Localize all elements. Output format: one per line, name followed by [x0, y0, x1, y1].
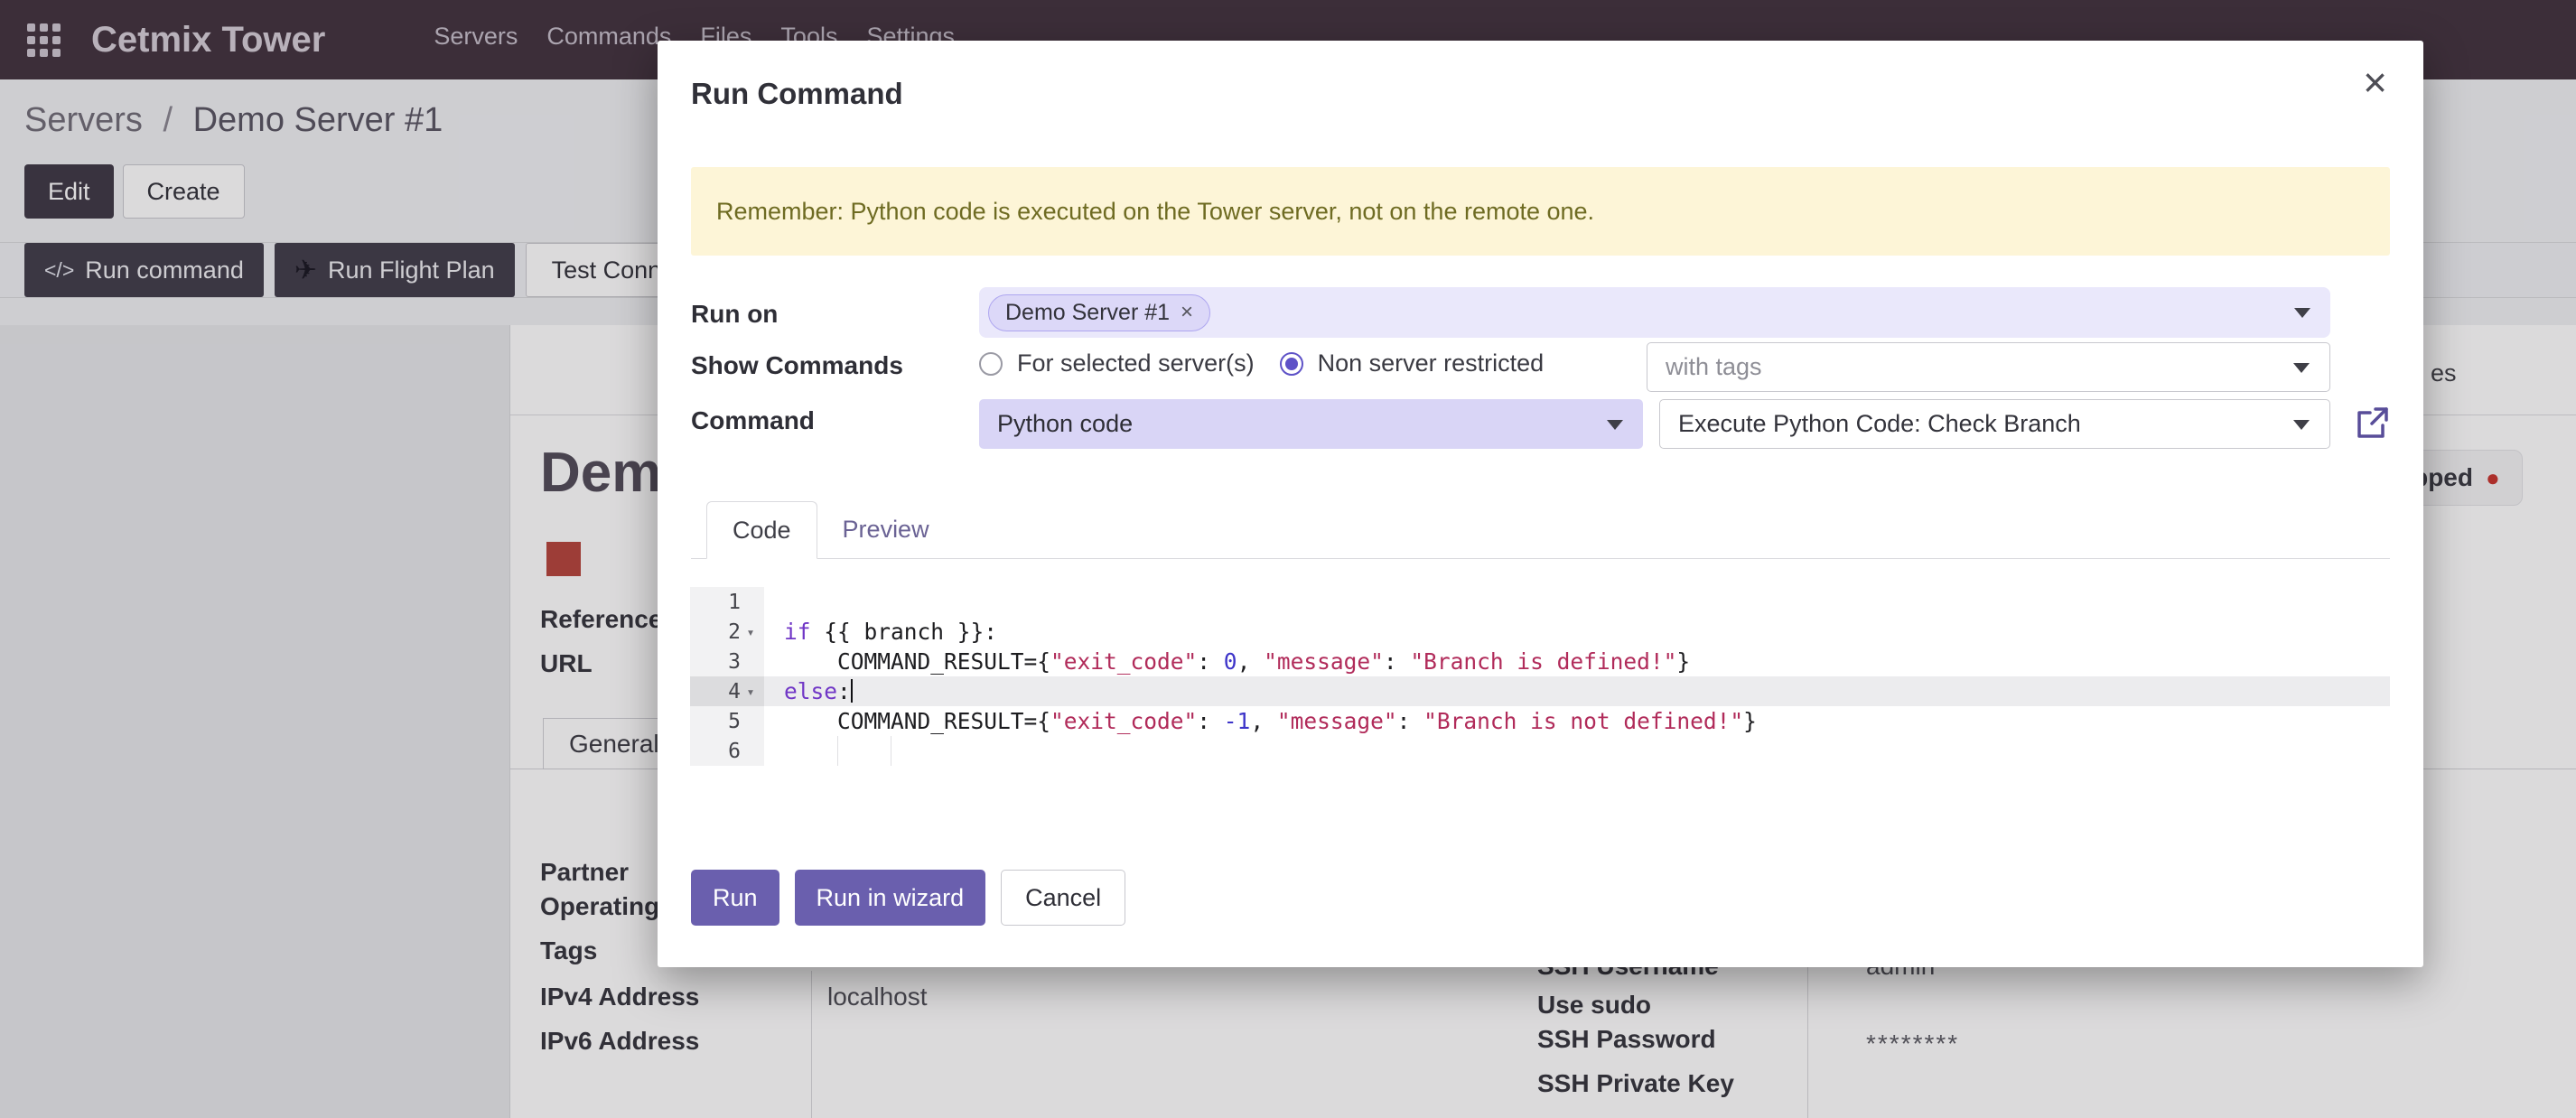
code-line-6[interactable]	[764, 736, 2390, 766]
text-cursor	[851, 679, 853, 703]
editor-code[interactable]: if {{ branch }}: COMMAND_RESULT={"exit_c…	[764, 587, 2390, 766]
code-line-3[interactable]: COMMAND_RESULT={"exit_code": 0, "message…	[764, 647, 2390, 676]
caret-down-icon	[1607, 420, 1623, 430]
code-token: if	[784, 619, 811, 645]
modal-title: Run Command	[691, 77, 903, 111]
radio-non-server-restricted-label[interactable]: Non server restricted	[1318, 349, 1545, 377]
code-token: 0	[1224, 648, 1237, 675]
external-link-icon[interactable]	[2354, 404, 2392, 442]
code-token: {{ branch }}:	[811, 619, 998, 645]
fold-arrow-icon[interactable]: ▾	[741, 684, 761, 700]
code-token: "Branch is not defined!"	[1423, 708, 1743, 734]
code-token: "exit_code"	[1050, 648, 1197, 675]
code-token: :	[1197, 708, 1224, 734]
code-token: :	[1384, 648, 1411, 675]
code-line-5[interactable]: COMMAND_RESULT={"exit_code": -1, "messag…	[764, 706, 2390, 736]
command-type-select[interactable]: Python code	[979, 399, 1643, 449]
code-token: ,	[1237, 648, 1265, 675]
code-editor[interactable]: 12▾34▾56 if {{ branch }}: COMMAND_RESULT…	[690, 587, 2390, 768]
code-token: :	[837, 678, 851, 704]
modal-footer: Run Run in wizard Cancel	[691, 870, 1125, 926]
warning-banner: Remember: Python code is executed on the…	[691, 167, 2390, 256]
code-token: else	[784, 678, 837, 704]
cancel-button[interactable]: Cancel	[1001, 870, 1125, 926]
tag-remove-icon[interactable]: ×	[1181, 302, 1193, 323]
code-token: "exit_code"	[1050, 708, 1197, 734]
with-tags-placeholder: with tags	[1666, 353, 1762, 381]
show-commands-radios: For selected server(s) Non server restri…	[979, 339, 1544, 388]
tab-code[interactable]: Code	[706, 501, 817, 559]
gutter-line-1[interactable]: 1	[690, 587, 764, 617]
gutter-line-5[interactable]: 5	[690, 706, 764, 736]
screen: Cetmix Tower Servers Commands Files Tool…	[0, 0, 2576, 1118]
run-button[interactable]: Run	[691, 870, 779, 926]
run-command-modal: Run Command × Remember: Python code is e…	[658, 41, 2423, 967]
radio-for-selected-servers[interactable]	[979, 352, 1003, 376]
code-token: :	[1397, 708, 1424, 734]
gutter-line-6[interactable]: 6	[690, 736, 764, 766]
code-token: "Branch is defined!"	[1410, 648, 1676, 675]
close-icon[interactable]: ×	[2357, 61, 2393, 104]
run-in-wizard-button[interactable]: Run in wizard	[795, 870, 986, 926]
code-token: COMMAND_RESULT={	[784, 708, 1050, 734]
run-on-label: Run on	[691, 300, 778, 329]
gutter-line-2[interactable]: 2▾	[690, 617, 764, 647]
modal-tabs: Code Preview	[691, 501, 2390, 559]
server-tag[interactable]: Demo Server #1 ×	[988, 294, 1210, 331]
radio-non-server-restricted[interactable]	[1280, 352, 1303, 376]
command-type-value: Python code	[997, 410, 1133, 438]
gutter-line-4[interactable]: 4▾	[690, 676, 764, 706]
radio-for-selected-servers-label[interactable]: For selected server(s)	[1017, 349, 1255, 377]
tab-preview[interactable]: Preview	[817, 501, 955, 559]
code-token: }	[1743, 708, 1757, 734]
command-value: Execute Python Code: Check Branch	[1678, 410, 2081, 438]
command-label: Command	[691, 406, 815, 435]
code-token: :	[1197, 648, 1224, 675]
code-token: "message"	[1277, 708, 1397, 734]
code-line-4[interactable]: else:	[764, 676, 2390, 706]
code-token: COMMAND_RESULT={	[784, 648, 1050, 675]
code-token: -1	[1224, 708, 1251, 734]
code-token: "message"	[1264, 648, 1384, 675]
code-line-2[interactable]: if {{ branch }}:	[764, 617, 2390, 647]
server-tag-label: Demo Server #1	[1005, 300, 1170, 326]
run-on-field[interactable]: Demo Server #1 ×	[979, 287, 2330, 338]
code-token: }	[1676, 648, 1690, 675]
command-select[interactable]: Execute Python Code: Check Branch	[1659, 399, 2330, 449]
with-tags-select[interactable]: with tags	[1647, 342, 2330, 392]
gutter-line-3[interactable]: 3	[690, 647, 764, 676]
fold-arrow-icon[interactable]: ▾	[741, 624, 761, 640]
show-commands-label: Show Commands	[691, 351, 903, 380]
caret-down-icon	[2293, 363, 2310, 373]
caret-down-icon	[2293, 420, 2310, 430]
editor-gutter: 12▾34▾56	[690, 587, 764, 766]
warning-text: Remember: Python code is executed on the…	[716, 198, 1594, 226]
code-token: ,	[1250, 708, 1277, 734]
caret-down-icon	[2294, 308, 2310, 318]
code-line-1[interactable]	[764, 587, 2390, 617]
